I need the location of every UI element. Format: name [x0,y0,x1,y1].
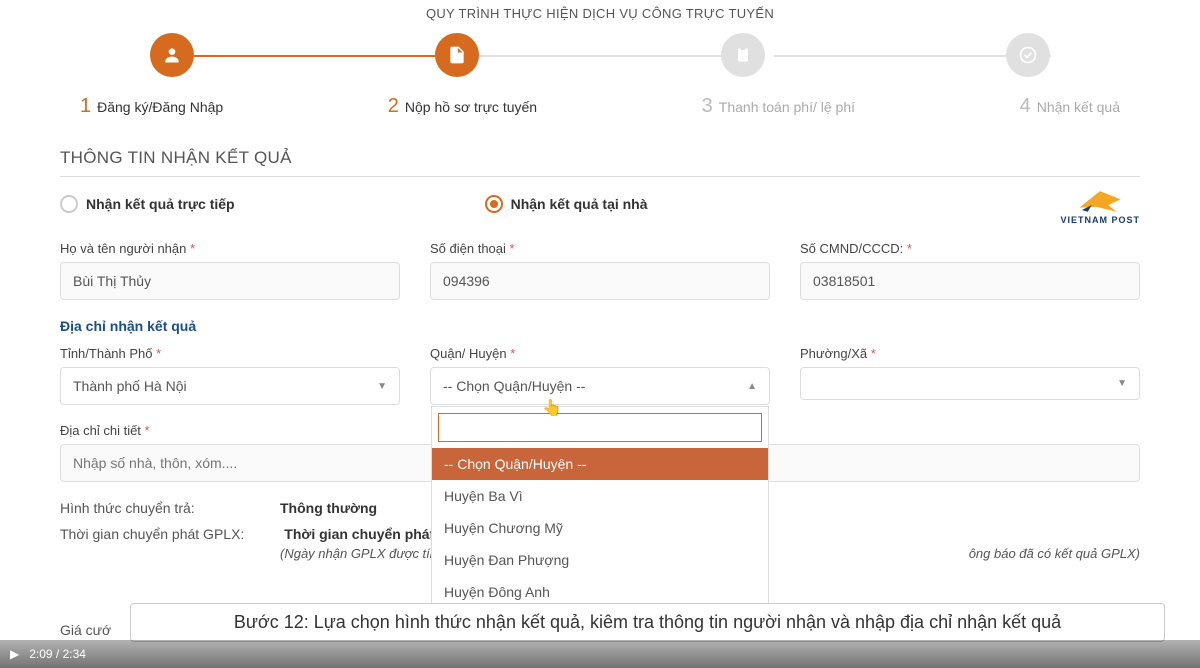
dd-option[interactable]: Huyện Chương Mỹ [432,512,768,544]
mode-value: Thông thường [280,500,377,516]
dd-option-placeholder[interactable]: -- Chọn Quận/Huyện -- [432,448,768,480]
user-icon [150,33,194,77]
step-line-1 [194,55,471,57]
dd-option[interactable]: Huyện Đan Phượng [432,544,768,576]
dd-option[interactable]: Huyện Ba Vì [432,480,768,512]
step-3-num: 3 [702,95,713,118]
name-input[interactable] [60,262,400,300]
radio-direct[interactable]: Nhận kết quả trực tiếp [60,195,235,213]
clipboard-icon [721,33,765,77]
price-label: Giá cướ [60,622,111,638]
province-value: Thành phố Hà Nội [73,378,187,394]
dropdown-search-input[interactable] [438,413,762,442]
vnpost-logo: VIETNAM POST [1060,187,1140,225]
mode-label: Hình thức chuyển trả: [60,500,240,516]
step-2 [435,33,479,77]
district-dropdown: -- Chọn Quận/Huyện -- Huyện Ba Vì Huyện … [431,406,769,609]
step-1-num: 1 [80,95,91,118]
radio-direct-label: Nhận kết quả trực tiếp [86,196,235,212]
vnpost-text: VIETNAM POST [1060,215,1140,225]
video-controls: ▶ 2:09 / 2:34 [0,640,1200,668]
bird-icon [1075,187,1125,215]
step-1 [150,33,194,77]
dropdown-search-wrap [432,407,768,448]
chevron-down-icon: ▼ [377,381,387,392]
step-4-label: 4 Nhận kết quả [1020,95,1120,118]
process-heading: QUY TRÌNH THỰC HIỆN DỊCH VỤ CÔNG TRỰC TU… [60,6,1140,21]
step-3-text: Thanh toán phí/ lệ phí [719,99,855,115]
phone-input[interactable] [430,262,770,300]
step-2-num: 2 [388,95,399,118]
step-1-label: 1 Đăng ký/Đăng Nhập [80,95,223,118]
step-1-text: Đăng ký/Đăng Nhập [97,99,223,115]
document-icon [435,33,479,77]
time-label: Thời gian chuyển phát GPLX: [60,526,244,542]
step-4-text: Nhận kết quả [1037,99,1120,115]
step-4 [1006,33,1050,77]
note-suffix: ông báo đã có kết quả GPLX) [969,546,1140,561]
step-progress [150,33,1050,77]
section-title: THÔNG TIN NHẬN KẾT QUẢ [60,148,1140,177]
district-value: -- Chọn Quận/Huyện -- [443,378,585,394]
step-line-2 [477,55,754,57]
radio-circle-icon [60,195,78,213]
province-label: Tỉnh/Thành Phố * [60,346,400,361]
ward-select[interactable]: ▼ [800,367,1140,400]
video-time: 2:09 / 2:34 [29,647,86,661]
step-2-text: Nộp hồ sơ trực tuyến [405,99,537,115]
ward-label: Phường/Xã * [800,346,1140,361]
name-label: Họ và tên người nhận * [60,241,400,256]
step-4-num: 4 [1020,95,1031,118]
address-subtitle: Địa chỉ nhận kết quả [60,318,1140,334]
chevron-up-icon: ▲ [747,381,757,392]
delivery-method-row: Nhận kết quả trực tiếp Nhận kết quả tại … [60,195,1140,213]
chevron-down-icon: ▼ [1117,378,1127,389]
play-button[interactable]: ▶ [10,647,19,661]
step-labels-row: 1 Đăng ký/Đăng Nhập 2 Nộp hồ sơ trực tuy… [80,95,1120,118]
district-label: Quận/ Huyện * [430,346,770,361]
radio-home[interactable]: Nhận kết quả tại nhà [485,195,648,213]
id-label: Số CMND/CCCD: * [800,241,1140,256]
step-3 [721,33,765,77]
step-3-label: 3 Thanh toán phí/ lệ phí [702,95,855,118]
district-select[interactable]: -- Chọn Quận/Huyện -- ▲ -- Chọn Quận/Huy… [430,367,770,405]
id-input[interactable] [800,262,1140,300]
step-2-label: 2 Nộp hồ sơ trực tuyến [388,95,537,118]
phone-label: Số điện thoại * [430,241,770,256]
province-select[interactable]: Thành phố Hà Nội ▼ [60,367,400,405]
dropdown-list[interactable]: -- Chọn Quận/Huyện -- Huyện Ba Vì Huyện … [432,448,768,608]
instruction-caption: Bước 12: Lựa chọn hình thức nhận kết quả… [130,603,1165,642]
check-icon [1006,33,1050,77]
radio-home-label: Nhận kết quả tại nhà [511,196,648,212]
radio-circle-selected-icon [485,195,503,213]
